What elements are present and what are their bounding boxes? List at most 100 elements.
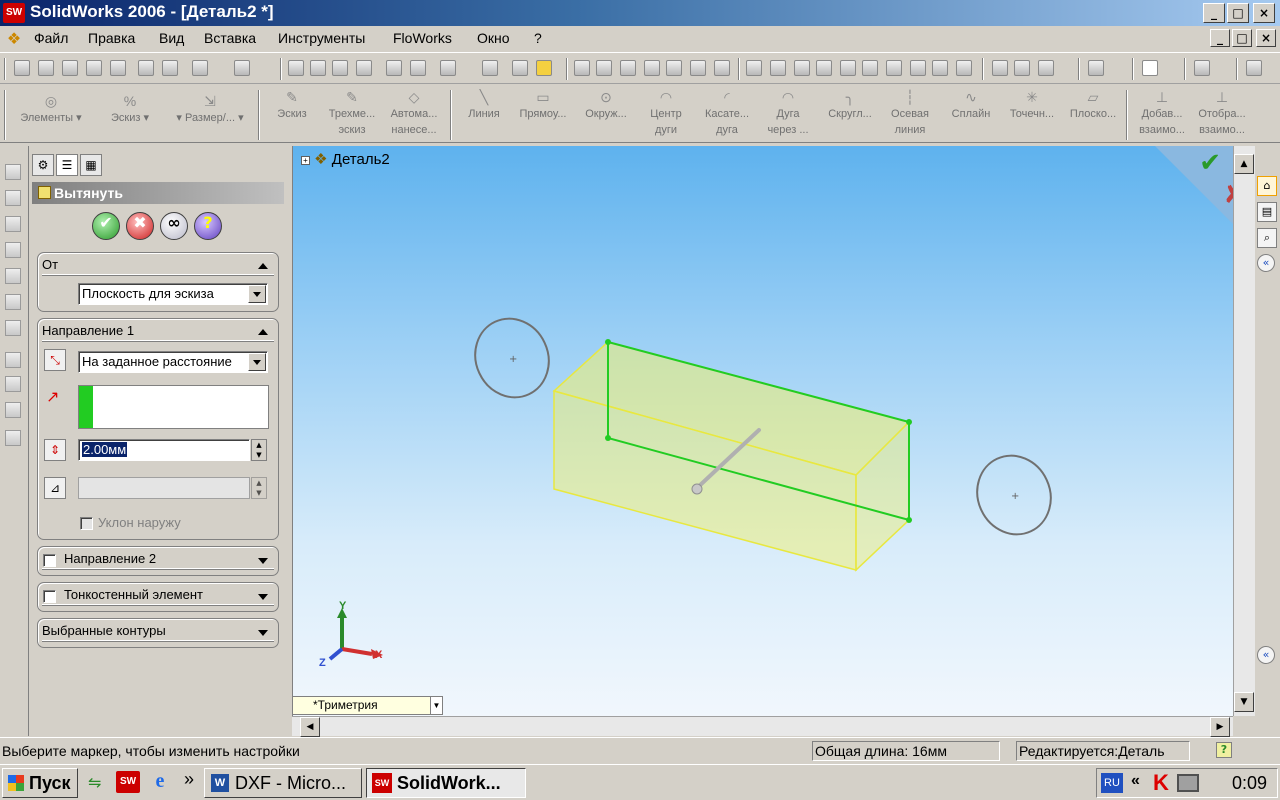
maximize-button[interactable]: □ — [1227, 3, 1249, 23]
configuration-manager-tab[interactable]: ▦ — [80, 154, 102, 176]
quicklaunch-more-icon[interactable]: » — [184, 769, 194, 790]
rotate-icon[interactable] — [714, 60, 730, 76]
loft-boss-icon[interactable] — [5, 242, 21, 258]
collapse-arrow-icon[interactable] — [258, 263, 268, 269]
cmd-display-relations[interactable]: ⊥ Отобра... взаимо... — [1192, 89, 1252, 138]
help-icon[interactable] — [536, 60, 552, 76]
hole-icon[interactable] — [956, 60, 972, 76]
revolve-icon[interactable] — [770, 60, 786, 76]
cmd-tangent-arc[interactable]: ◜ Касате... дуга — [696, 89, 758, 138]
revolve-cut-icon[interactable] — [5, 294, 21, 310]
flag-icon[interactable] — [1088, 60, 1104, 76]
detailed-preview-button[interactable]: ∞ — [160, 212, 188, 240]
quicklaunch-ie-icon[interactable]: e — [148, 770, 172, 794]
mirror-icon[interactable] — [482, 60, 498, 76]
cmd-point[interactable]: ✳ Точечн... — [1002, 89, 1062, 122]
dropdown-arrow-icon[interactable] — [248, 353, 266, 371]
draft-icon[interactable] — [932, 60, 948, 76]
graphics-area[interactable]: + ❖ Деталь2 ✔ ✘ + + Y X Z — [292, 146, 1255, 716]
cmd-sketch[interactable]: ✎ Эскиз — [268, 89, 316, 122]
start-button[interactable]: Пуск — [2, 768, 78, 798]
scroll-right-button[interactable]: ▶ — [1210, 717, 1230, 737]
vertical-scrollbar[interactable]: ▲ ▼ — [1233, 146, 1255, 716]
cmd-plane[interactable]: ▱ Плоско... — [1064, 89, 1122, 122]
cancel-button[interactable]: ✖ — [126, 212, 154, 240]
close-button[interactable]: × — [1253, 3, 1275, 23]
relations-icon[interactable] — [5, 402, 21, 418]
zoom-fit-icon[interactable] — [666, 60, 682, 76]
sketch-line-icon[interactable] — [5, 352, 21, 368]
depth-spinner[interactable]: ▲ ▼ — [251, 439, 267, 461]
menu-window[interactable]: Окно — [477, 30, 510, 46]
dimension-tab[interactable]: ⇲ ▾ Размер/... ▾ — [168, 93, 252, 126]
cmd-3d-sketch[interactable]: ✎ Трехме... эскиз — [322, 89, 382, 138]
scroll-down-button[interactable]: ▼ — [1234, 692, 1254, 712]
chamfer-icon[interactable] — [862, 60, 878, 76]
sketch-relations-icon[interactable] — [440, 60, 456, 76]
menu-floworks[interactable]: FloWorks — [393, 30, 452, 46]
cut-icon[interactable] — [138, 60, 154, 76]
spin-up-icon[interactable]: ▲ — [252, 440, 266, 450]
quicklaunch-network-icon[interactable]: ⇋ — [88, 773, 110, 793]
menu-view[interactable]: Вид — [159, 30, 184, 46]
publish-icon[interactable] — [110, 60, 126, 76]
open-file-icon[interactable] — [38, 60, 54, 76]
layer-icon[interactable] — [5, 430, 21, 446]
cmd-3point-arc[interactable]: ◠ Дуга через ... — [760, 89, 816, 138]
selected-contours-group-header[interactable]: Выбранные контуры — [42, 623, 274, 641]
design-checker-icon[interactable] — [1246, 60, 1262, 76]
minimize-button[interactable]: _ — [1203, 3, 1225, 23]
fillet-feature-icon[interactable] — [5, 320, 21, 336]
select-icon[interactable] — [288, 60, 304, 76]
library-icon[interactable]: ▤ — [1257, 202, 1277, 222]
menu-edit[interactable]: Правка — [88, 30, 135, 46]
scroll-up-button[interactable]: ▲ — [1234, 154, 1254, 174]
animation-icon[interactable] — [1194, 60, 1210, 76]
cmd-fillet[interactable]: ╮ Скругл... — [820, 89, 880, 122]
feature-manager-tab[interactable]: ⚙ — [32, 154, 54, 176]
language-indicator[interactable]: RU — [1101, 773, 1123, 793]
expand-arrow-icon[interactable] — [258, 630, 268, 636]
depth-input[interactable]: 2.00мм — [78, 439, 250, 461]
loft-icon[interactable] — [816, 60, 832, 76]
quicklaunch-solidworks-icon[interactable]: SW — [116, 771, 140, 793]
sketch-tab[interactable]: % Эскиз ▾ — [100, 93, 160, 126]
cmd-auto-dimension[interactable]: ◇ Автома... нанесе... — [384, 89, 444, 138]
direction1-group-header[interactable]: Направление 1 — [42, 323, 274, 341]
view-orientation-icon[interactable] — [644, 60, 660, 76]
draft-toggle-icon[interactable]: ⊿ — [44, 477, 66, 499]
rebuild-icon[interactable] — [332, 60, 348, 76]
thin-feature-group-header[interactable]: Тонкостенный элемент — [42, 587, 274, 605]
dropdown-arrow-icon[interactable]: ▼ — [430, 697, 442, 714]
help-button[interactable]: ? — [194, 212, 222, 240]
antivirus-icon[interactable]: K — [1153, 770, 1169, 796]
doc-restore-button[interactable]: □ — [1232, 29, 1252, 47]
draft-angle-input[interactable] — [78, 477, 250, 499]
draft-angle-spinner[interactable]: ▲ ▼ — [251, 477, 267, 499]
redo-icon[interactable] — [234, 60, 250, 76]
photoworks-icon[interactable] — [512, 60, 528, 76]
mate-icon[interactable] — [1014, 60, 1030, 76]
properties-icon[interactable] — [410, 60, 426, 76]
menu-insert[interactable]: Вставка — [204, 30, 256, 46]
undo-icon[interactable] — [192, 60, 208, 76]
spin-down-icon[interactable]: ▼ — [252, 488, 266, 498]
reverse-direction-icon[interactable]: ⤡ — [44, 349, 66, 371]
extrude-cut-icon[interactable] — [5, 268, 21, 284]
revolve-boss-icon[interactable] — [5, 190, 21, 206]
tray-expand-icon[interactable]: « — [1131, 772, 1140, 790]
smart-dimension-icon[interactable] — [5, 376, 21, 392]
grid-icon[interactable] — [386, 60, 402, 76]
direction2-checkbox[interactable] — [43, 554, 56, 567]
draft-outward-checkbox[interactable] — [80, 517, 93, 530]
from-start-condition-select[interactable]: Плоскость для эскиза — [78, 283, 268, 305]
menu-tools[interactable]: Инструменты — [278, 30, 365, 46]
extrude-icon[interactable] — [746, 60, 762, 76]
search-icon[interactable]: ⌕ — [1257, 228, 1277, 248]
new-file-icon[interactable] — [14, 60, 30, 76]
spin-down-icon[interactable]: ▼ — [252, 450, 266, 460]
model-viewport[interactable]: + + — [293, 146, 1255, 716]
copy-icon[interactable] — [162, 60, 178, 76]
collapse-arrow-icon[interactable] — [258, 329, 268, 335]
cmd-centerline[interactable]: ┆ Осевая линия — [884, 89, 936, 138]
